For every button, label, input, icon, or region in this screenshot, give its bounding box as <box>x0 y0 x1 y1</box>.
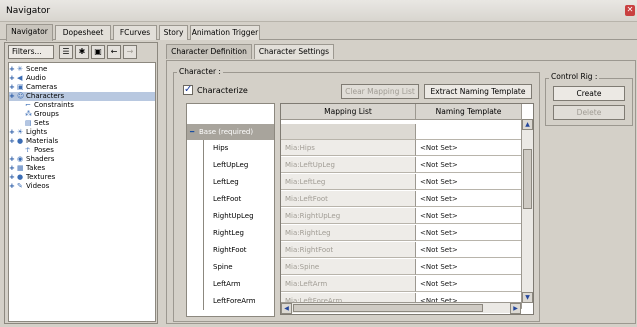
bone-row-leftfoot[interactable]: LeftFoot <box>187 191 274 207</box>
pose-icon: ☥ <box>25 146 31 154</box>
character-icon: ☺ <box>17 92 25 100</box>
tree-item-cameras[interactable]: + ▣ Cameras <box>9 83 57 92</box>
tree-item-constraints[interactable]: ⌐ Constraints <box>17 101 74 110</box>
bone-row-leftarm[interactable]: LeftArm <box>187 276 274 292</box>
texture-icon: ● <box>17 173 24 181</box>
vertical-scrollbar[interactable]: ▲ ▼ <box>521 119 533 303</box>
delete-rig-button[interactable]: Delete <box>553 105 625 120</box>
bone-row-rightleg[interactable]: RightLeg <box>187 225 274 241</box>
light-icon: ☀ <box>17 128 24 136</box>
tree-item-scene[interactable]: + ✳ Scene <box>9 65 47 74</box>
scene-tree: + ✳ Scene + ◀ Audio + ▣ Cameras + ☺ Characters ⌐… <box>8 62 156 322</box>
tab-navigator[interactable]: Navigator <box>6 24 53 41</box>
filters-button[interactable]: Filters... <box>8 45 54 59</box>
bone-row-rightupleg[interactable]: RightUpLeg <box>187 208 274 224</box>
tab-story[interactable]: Story <box>159 25 188 40</box>
groups-icon: ⁂ <box>25 110 32 118</box>
template-cell[interactable]: <Not Set> <box>416 174 522 190</box>
extract-naming-template-button[interactable]: Extract Naming Template <box>424 84 532 99</box>
clear-mapping-list-button[interactable]: Clear Mapping List <box>341 84 419 99</box>
collapse-icon: ━ <box>190 128 195 136</box>
mapping-cell[interactable]: Mia:Hips <box>281 140 416 156</box>
tab-character-definition[interactable]: Character Definition <box>166 44 252 59</box>
bone-row-leftforearm[interactable]: LeftForeArm <box>187 293 274 309</box>
bone-row-leftleg[interactable]: LeftLeg <box>187 174 274 190</box>
tab-dopesheet[interactable]: Dopesheet <box>55 25 111 40</box>
scroll-left-icon[interactable]: ◀ <box>281 303 292 314</box>
control-rig-label: Control Rig : <box>549 72 600 81</box>
material-icon: ● <box>17 137 24 145</box>
mapping-cell[interactable]: Mia:RightLeg <box>281 225 416 241</box>
mapping-cell[interactable]: Mia:LeftLeg <box>281 174 416 190</box>
tree-item-characters[interactable]: + ☺ Characters <box>9 92 155 101</box>
horizontal-scroll-thumb[interactable] <box>293 304 483 312</box>
shader-icon: ◉ <box>17 155 24 163</box>
template-cell[interactable]: <Not Set> <box>416 225 522 241</box>
window-title: Navigator <box>6 6 51 16</box>
list-view-icon[interactable]: ☰ <box>59 45 73 59</box>
scroll-down-icon[interactable]: ▼ <box>522 292 533 303</box>
characterize-label: Characterize <box>197 86 248 95</box>
base-required-group[interactable]: ━ Base (required) <box>187 124 274 140</box>
vertical-scroll-thumb[interactable] <box>523 149 532 209</box>
mapping-cell[interactable]: Mia:LeftArm <box>281 276 416 292</box>
tab-character-settings[interactable]: Character Settings <box>254 44 334 59</box>
mapping-cell[interactable]: Mia:RightUpLeg <box>281 208 416 224</box>
tree-item-groups[interactable]: ⁂ Groups <box>17 110 59 119</box>
back-arrow-icon[interactable]: ← <box>107 45 121 59</box>
takes-icon: ▦ <box>17 164 24 172</box>
tree-item-poses[interactable]: ☥ Poses <box>17 146 54 155</box>
scroll-up-icon[interactable]: ▲ <box>522 119 533 130</box>
template-cell[interactable]: <Not Set> <box>416 276 522 292</box>
mapping-cell[interactable]: Mia:LeftFoot <box>281 191 416 207</box>
constraint-icon: ⌐ <box>25 101 31 109</box>
tree-item-materials[interactable]: + ● Materials <box>9 137 58 146</box>
template-cell[interactable]: <Not Set> <box>416 259 522 275</box>
main-tab-bar: Navigator Dopesheet FCurves Story Animat… <box>0 22 637 41</box>
template-cell[interactable]: <Not Set> <box>416 208 522 224</box>
characterize-checkbox[interactable]: ✓ <box>183 85 193 95</box>
mapping-grid: Mapping List Naming Template Mia:Hips <N… <box>280 103 534 315</box>
tree-item-sets[interactable]: ▤ Sets <box>17 119 49 128</box>
bone-hierarchy: ━ Base (required) Hips LeftUpLeg LeftLeg… <box>186 103 275 317</box>
template-cell[interactable]: <Not Set> <box>416 242 522 258</box>
tree-item-textures[interactable]: + ● Textures <box>9 173 55 182</box>
tree-item-lights[interactable]: + ☀ Lights <box>9 128 47 137</box>
title-bar: Navigator ✕ <box>0 0 637 22</box>
scene-icon: ✳ <box>17 65 23 73</box>
horizontal-scrollbar[interactable]: ◀ ▶ <box>281 302 521 314</box>
audio-icon: ◀ <box>17 74 23 82</box>
tree-item-takes[interactable]: + ▦ Takes <box>9 164 45 173</box>
template-cell-group <box>416 124 522 140</box>
wand-icon[interactable]: ✱ <box>75 45 89 59</box>
camera-icon: ▣ <box>17 83 24 91</box>
bone-row-rightfoot[interactable]: RightFoot <box>187 242 274 258</box>
mapping-cell[interactable]: Mia:RightFoot <box>281 242 416 258</box>
scroll-right-icon[interactable]: ▶ <box>510 303 521 314</box>
naming-template-header[interactable]: Naming Template <box>416 104 522 120</box>
sets-icon: ▤ <box>25 119 32 127</box>
bone-row-hips[interactable]: Hips <box>187 140 274 156</box>
template-cell[interactable]: <Not Set> <box>416 191 522 207</box>
video-icon: ✎ <box>17 182 23 190</box>
tree-item-audio[interactable]: + ◀ Audio <box>9 74 46 83</box>
create-rig-button[interactable]: Create <box>553 86 625 101</box>
bone-row-leftupleg[interactable]: LeftUpLeg <box>187 157 274 173</box>
forward-arrow-icon[interactable]: → <box>123 45 137 59</box>
tree-item-shaders[interactable]: + ◉ Shaders <box>9 155 54 164</box>
mapping-cell[interactable]: Mia:LeftUpLeg <box>281 157 416 173</box>
tab-fcurves[interactable]: FCurves <box>113 25 157 40</box>
character-group-label: Character : <box>177 67 223 76</box>
template-cell[interactable]: <Not Set> <box>416 140 522 156</box>
mapping-cell[interactable]: Mia:Spine <box>281 259 416 275</box>
tab-animation-trigger[interactable]: Animation Trigger <box>190 25 260 40</box>
template-cell[interactable]: <Not Set> <box>416 157 522 173</box>
bone-row-spine[interactable]: Spine <box>187 259 274 275</box>
mapping-list-header[interactable]: Mapping List <box>281 104 416 120</box>
close-icon[interactable]: ✕ <box>625 5 635 16</box>
lock-icon[interactable]: ▣ <box>91 45 105 59</box>
mapping-cell-group <box>281 124 416 140</box>
navigator-tree-panel: Filters... ☰ ✱ ▣ ← → + ✳ Scene + ◀ Audio + ▣ C… <box>4 42 158 324</box>
tree-item-videos[interactable]: + ✎ Videos <box>9 182 49 191</box>
